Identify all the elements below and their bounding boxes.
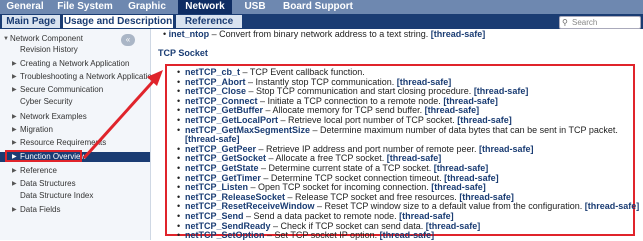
sidebar-item-revision-history[interactable]: Revision History	[0, 45, 150, 55]
sidebar-item-network-examples[interactable]: ▶ Network Examples	[0, 112, 150, 122]
search-icon: ⚲	[562, 18, 568, 27]
sidebar-item-migration[interactable]: ▶ Migration	[0, 125, 150, 135]
function-link[interactable]: netTCP_GetBuffer	[185, 105, 263, 116]
function-link[interactable]: netTCP_GetMaxSegmentSize	[185, 125, 310, 135]
function-link[interactable]: netTCP_Connect	[185, 96, 258, 106]
sidebar: « ▼ Network Component Revision History ▶…	[0, 29, 156, 240]
tab-file-system[interactable]: File System	[54, 0, 116, 14]
thread-safe-link[interactable]: [thread-safe]	[185, 134, 240, 144]
function-link[interactable]: netTCP_GetPeer	[185, 144, 256, 154]
tab-network[interactable]: Network	[178, 0, 232, 14]
function-link[interactable]: netTCP_SetOption	[185, 230, 265, 240]
thread-safe-link[interactable]: [thread-safe]	[431, 29, 486, 39]
function-link[interactable]: netTCP_ResetReceiveWindow	[185, 201, 314, 212]
sidebar-item-troubleshooting[interactable]: ▶ Troubleshooting a Network Application	[0, 72, 156, 82]
thread-safe-link[interactable]: [thread-safe]	[431, 182, 486, 192]
thread-safe-link[interactable]: [thread-safe]	[585, 201, 640, 212]
search-input[interactable]: ⚲ Search	[559, 16, 641, 29]
thread-safe-link[interactable]: [thread-safe]	[459, 192, 514, 202]
sidebar-item-resource-requirements[interactable]: ▶ Resource Requirements	[0, 138, 150, 148]
function-overview-highlight	[5, 150, 82, 162]
thread-safe-link[interactable]: [thread-safe]	[479, 144, 534, 154]
function-link[interactable]: netTCP_GetState	[185, 163, 259, 173]
chevron-right-icon: ▶	[12, 61, 17, 67]
function-link[interactable]: netTCP_Close	[185, 86, 246, 96]
function-link[interactable]: netTCP_GetSocket	[185, 153, 266, 164]
thread-safe-link[interactable]: [thread-safe]	[444, 173, 499, 183]
thread-safe-link[interactable]: [thread-safe]	[426, 221, 481, 231]
highlight-box: • netTCP_cb_t – TCP Event callback functi…	[165, 64, 639, 240]
chevron-right-icon: ▶	[12, 168, 17, 174]
function-link[interactable]: netTCP_GetLocalPort	[185, 115, 278, 125]
thread-safe-link[interactable]: [thread-safe]	[380, 230, 435, 240]
function-link[interactable]: netTCP_GetTimer	[185, 173, 261, 183]
function-link[interactable]: netTCP_cb_t	[185, 67, 240, 77]
thread-safe-link[interactable]: [thread-safe]	[425, 105, 480, 116]
thread-safe-link[interactable]: [thread-safe]	[434, 163, 489, 173]
function-link[interactable]: netTCP_Listen	[185, 182, 248, 192]
tab-usage-and-description[interactable]: Usage and Description	[63, 15, 173, 28]
tab-usb[interactable]: USB	[236, 0, 274, 14]
thread-safe-link[interactable]: [thread-safe]	[399, 211, 454, 221]
function-link[interactable]: netTCP_SendReady	[185, 221, 271, 231]
sidebar-item-creating-network-app[interactable]: ▶ Creating a Network Application	[0, 59, 150, 69]
sidebar-item-secure-communication[interactable]: ▶ Secure Communication	[0, 85, 150, 95]
sub-tab-bar: Main Page Usage and Description Referenc…	[0, 14, 643, 29]
top-tab-bar: General File System Graphic Network USB …	[0, 0, 643, 14]
chevron-right-icon: ▶	[12, 74, 17, 80]
chevron-right-icon: ▶	[12, 140, 17, 146]
list-item: • netTCP_SetOption – Set TCP socket IP op…	[177, 230, 435, 241]
sidebar-item-data-structures[interactable]: ▶ Data Structures	[0, 179, 150, 189]
sidebar-item-cyber-security[interactable]: Cyber Security	[0, 97, 150, 107]
sidebar-item-reference[interactable]: ▶ Reference	[0, 166, 150, 176]
chevron-right-icon: ▶	[12, 207, 17, 213]
thread-safe-link[interactable]: [thread-safe]	[387, 153, 442, 164]
thread-safe-link[interactable]: [thread-safe]	[443, 96, 498, 106]
main-content: • inet_ntop – Convert from binary networ…	[151, 29, 643, 240]
thread-safe-link[interactable]: [thread-safe]	[474, 86, 529, 96]
search-placeholder: Search	[572, 18, 598, 27]
section-title: TCP Socket	[158, 48, 208, 58]
chevron-right-icon: ▶	[12, 114, 17, 120]
function-link[interactable]: inet_ntop	[169, 29, 210, 39]
chevron-right-icon: ▶	[12, 87, 17, 93]
thread-safe-link[interactable]: [thread-safe]	[457, 115, 512, 125]
sidebar-item-network-component[interactable]: ▼ Network Component	[0, 34, 150, 44]
thread-safe-link[interactable]: [thread-safe]	[397, 77, 452, 87]
tab-general[interactable]: General	[2, 0, 48, 14]
function-link[interactable]: netTCP_Send	[185, 211, 244, 221]
tab-graphic[interactable]: Graphic	[120, 0, 174, 14]
chevron-right-icon: ▶	[12, 127, 17, 133]
list-item: • inet_ntop – Convert from binary networ…	[163, 29, 486, 39]
function-link[interactable]: netTCP_ReleaseSocket	[185, 192, 285, 202]
chevron-right-icon: ▶	[12, 181, 17, 187]
sidebar-item-data-fields[interactable]: ▶ Data Fields	[0, 205, 150, 215]
function-link[interactable]: netTCP_Abort	[185, 77, 246, 87]
list-item: • netTCP_GetMaxSegmentSize – Determine ma…	[177, 124, 618, 135]
tab-board-support[interactable]: Board Support	[280, 0, 356, 14]
tab-reference[interactable]: Reference	[176, 15, 242, 28]
sidebar-item-data-structure-index[interactable]: Data Structure Index	[0, 191, 150, 201]
chevron-down-icon: ▼	[3, 36, 9, 42]
tab-main-page[interactable]: Main Page	[2, 15, 60, 28]
